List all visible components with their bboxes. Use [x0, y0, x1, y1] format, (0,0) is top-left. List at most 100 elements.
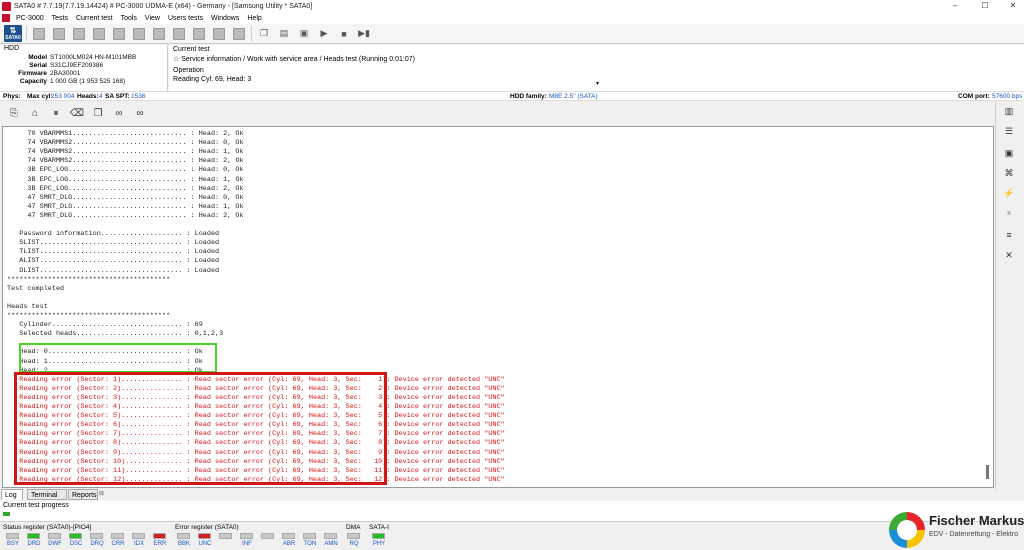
satai-title: SATA-I [369, 524, 389, 531]
log-line: 47 SMRT_DLG............................ … [7, 202, 244, 211]
sata-port-button[interactable]: ⇅ SATA0 [4, 25, 22, 42]
status-register-led [48, 533, 61, 539]
play-button[interactable]: ▶ [316, 26, 332, 42]
serial-key: Serial [29, 62, 47, 69]
menu-users-tests[interactable]: Users tests [164, 15, 207, 22]
main-toolbar: ⇅ SATA0 ❐ ▤ ▣ ▶ ■ ▶▮ [0, 24, 1024, 44]
maxcyl-key: Max cyl: [27, 93, 53, 100]
skip-button[interactable]: ▶▮ [356, 26, 372, 42]
log-toolbar: ⎘ ⌂ ⏸ ⌫ ❐ ∞ ∞ [0, 102, 995, 124]
menu-view[interactable]: View [141, 15, 164, 22]
hdd-model-row: Model ST1000LM024 HN-M101MBB [0, 54, 168, 62]
log-scrollbar[interactable] [986, 465, 989, 479]
log-line: DLIST...................................… [7, 266, 220, 275]
serial-value: S31CJ9EF209386 [50, 62, 104, 69]
chip-icon[interactable]: ▣ [1002, 148, 1016, 160]
heads-key: Heads: [77, 93, 99, 100]
log-clear-button[interactable]: ⌫ [69, 105, 85, 121]
status-register-led [27, 533, 40, 539]
heads-value: 4 [99, 93, 103, 100]
title-bar: SATA0 # 7.7.19(7.7.19.14424) # PC-3000 U… [0, 0, 1024, 12]
log-find-next-button[interactable]: ∞ [132, 105, 148, 121]
close-tab-icon[interactable]: ⊠ [99, 490, 104, 497]
lock-icon: ▣ [299, 28, 309, 38]
log-line: Password information....................… [7, 230, 220, 239]
status-register-led-label: BSY [6, 541, 19, 547]
power-button[interactable] [31, 26, 47, 42]
log-copy-button[interactable]: ❐ [90, 105, 106, 121]
tab-terminal[interactable]: Terminal [27, 489, 67, 500]
operation-dropdown-icon[interactable]: ▼ [595, 81, 600, 87]
security-button[interactable] [131, 26, 147, 42]
tools-icon[interactable]: ✕ [1002, 250, 1016, 262]
stop-button[interactable]: ■ [336, 26, 352, 42]
menu-windows[interactable]: Windows [207, 15, 243, 22]
close-button[interactable]: ✕ [1003, 0, 1023, 12]
maximize-button[interactable]: ☐ [975, 0, 995, 12]
model-value: ST1000LM024 HN-M101MBB [50, 54, 137, 61]
editor-button[interactable] [211, 26, 227, 42]
report-button[interactable]: ▤ [276, 26, 292, 42]
operation-value: Reading Cyl: 69, Head: 3 [173, 76, 252, 83]
app-logo-icon [2, 1, 11, 11]
plug-icon[interactable]: ⚡ [1002, 188, 1016, 200]
error-register-led-label: TON [303, 541, 317, 547]
log-line: Cylinder................................… [7, 321, 203, 330]
reset-button[interactable] [51, 26, 67, 42]
reset-icon [53, 27, 65, 40]
menu-help[interactable]: Help [243, 15, 265, 22]
panel-icon[interactable]: ▥ [1002, 106, 1016, 118]
error-register-led [219, 533, 232, 539]
scan-button[interactable] [171, 26, 187, 42]
reset-icon[interactable]: ⌘ [1002, 168, 1016, 180]
pause-icon[interactable]: ⏸ [1002, 208, 1016, 220]
skip-icon: ▶▮ [358, 28, 370, 38]
capacity-value: 1 000 GB (1 953 525 168) [50, 78, 126, 85]
satai-led [372, 533, 385, 539]
grid-button[interactable] [231, 26, 247, 42]
family-value: M8E 2.5" (SATA) [549, 93, 598, 100]
status-register-led [69, 533, 82, 539]
smart-button[interactable] [91, 26, 107, 42]
sliders-icon[interactable]: ≡ [1002, 230, 1016, 242]
menu-current-test[interactable]: Current test [72, 15, 117, 22]
error-register-led [198, 533, 211, 539]
phys-label: Phys: [3, 93, 21, 100]
lock-button[interactable]: ▣ [296, 26, 312, 42]
smart-icon [93, 27, 105, 40]
star-icon: ☆ [173, 56, 182, 63]
list-icon[interactable]: ☰ [1002, 126, 1016, 138]
editor-icon [213, 27, 225, 40]
copy-button[interactable]: ❐ [256, 26, 272, 42]
sleep-button[interactable] [111, 26, 127, 42]
log-pause-button[interactable]: ⏸ [48, 105, 64, 121]
menu-tools[interactable]: Tools [117, 15, 141, 22]
binoculars-next-icon: ∞ [136, 107, 144, 119]
firmware-key: Firmware [18, 70, 47, 77]
error-register-led [303, 533, 316, 539]
copy-icon: ❐ [93, 107, 103, 119]
error-register-led-label: BBK [177, 541, 190, 547]
tab-log[interactable]: Log [1, 489, 23, 500]
hdd-info-panel: HDD Model ST1000LM024 HN-M101MBB Serial S3… [0, 45, 168, 91]
status-register-led-label: CRR [111, 541, 125, 547]
minimize-button[interactable]: – [945, 0, 965, 12]
menu-tests[interactable]: Tests [48, 15, 72, 22]
id-button[interactable] [71, 26, 87, 42]
map-button[interactable] [191, 26, 207, 42]
menu-pc3000[interactable]: PC-3000 [12, 15, 48, 22]
log-open-button[interactable]: ⎘ [6, 105, 22, 121]
log-line: Heads test [7, 302, 48, 311]
status-register-led-label: DRD [27, 541, 41, 547]
log-save-button[interactable]: ⌂ [27, 105, 43, 121]
tab-reports[interactable]: Reports [68, 489, 98, 500]
satai-led-label: PHY [372, 541, 386, 547]
fischer-logo-icon [889, 512, 925, 548]
log-find-button[interactable]: ∞ [111, 105, 127, 121]
log-line: 3B EPC_LOG............................. … [7, 166, 244, 175]
hpa-button[interactable] [151, 26, 167, 42]
error-register-led-label: INF [242, 541, 252, 547]
log-line: ALIST...................................… [7, 257, 220, 266]
status-register-led-label: DWF [48, 541, 62, 547]
right-tool-sidebar: ▥ ☰ ▣ ⌘ ⚡ ⏸ ≡ ✕ [995, 102, 1024, 490]
